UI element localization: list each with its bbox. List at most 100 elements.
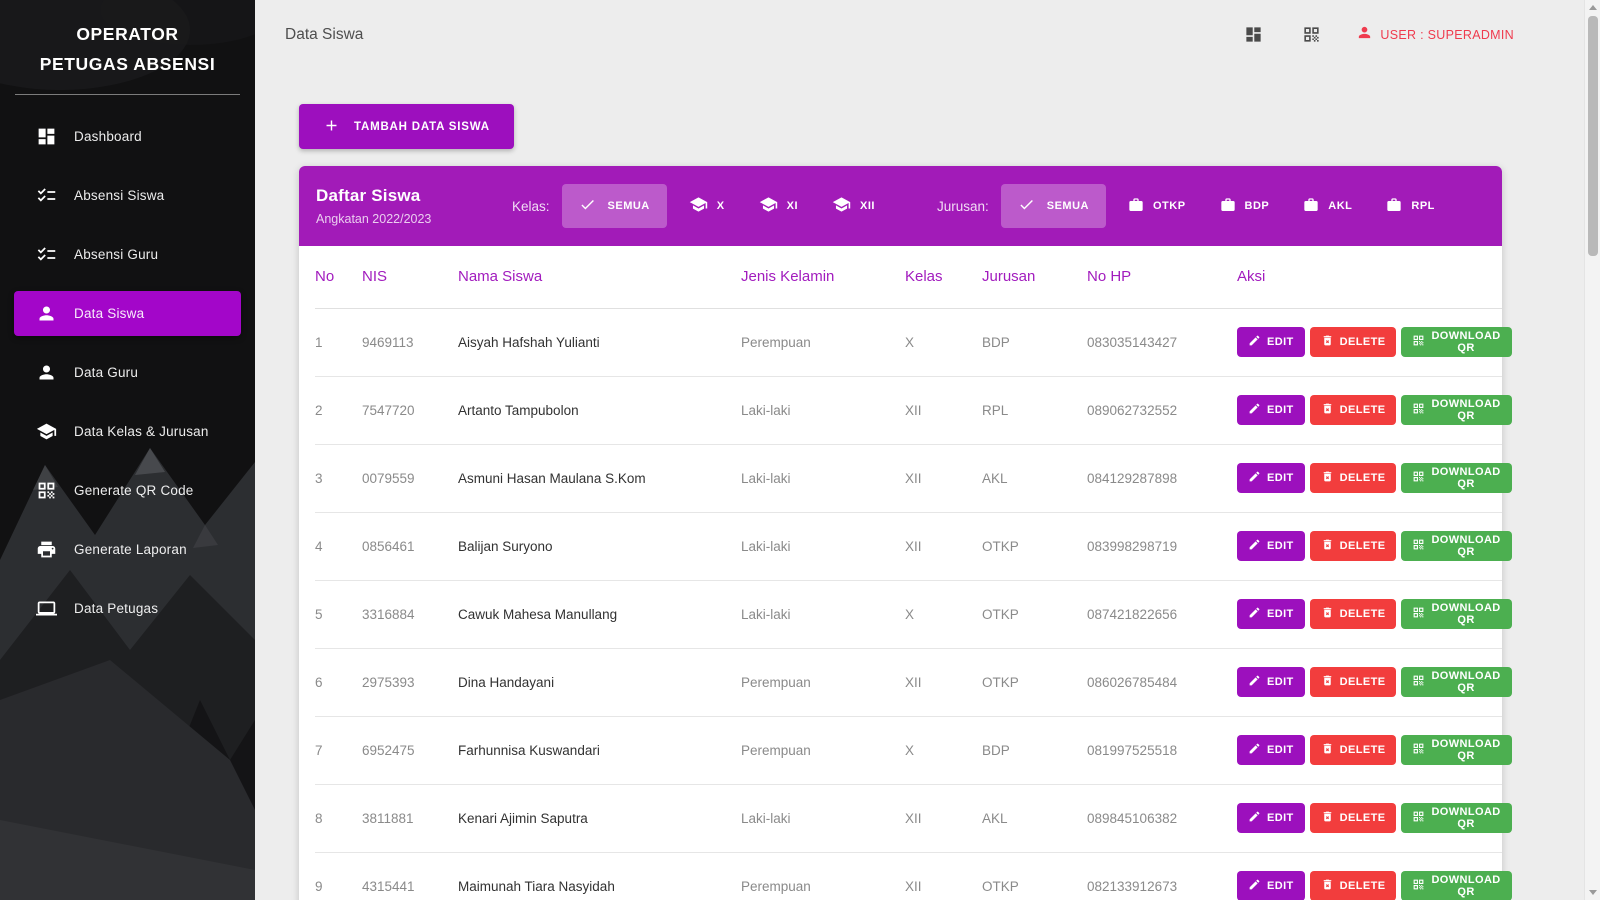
qr-code-icon (1412, 334, 1431, 350)
scroll-down-arrow-icon[interactable] (1589, 890, 1597, 895)
edit-button[interactable]: EDIT (1237, 667, 1305, 697)
cell-jenis-kelamin: Perempuan (741, 308, 905, 376)
cell-jenis-kelamin: Perempuan (741, 716, 905, 784)
kelas-filter-label: Kelas: (512, 199, 550, 214)
sidebar-item-data-siswa[interactable]: Data Siswa (14, 291, 241, 336)
delete-button-label: DELETE (1340, 676, 1386, 688)
jurusan-filter-akl[interactable]: AKL (1291, 184, 1364, 228)
sidebar-item-data-kelas-jurusan[interactable]: Data Kelas & Jurusan (14, 409, 241, 454)
dashboard-shortcut-button[interactable] (1244, 25, 1264, 45)
edit-button-label: EDIT (1267, 608, 1294, 620)
qr-code-icon (36, 480, 58, 502)
kelas-filter-xi[interactable]: XI (747, 184, 810, 228)
sidebar-item-generate-laporan[interactable]: Generate Laporan (14, 527, 241, 572)
delete-button[interactable]: DELETE (1310, 463, 1397, 493)
table-row: 9 4315441 Maimunah Tiara Nasyidah Peremp… (315, 852, 1502, 900)
trash-icon (1321, 538, 1340, 554)
edit-button[interactable]: EDIT (1237, 803, 1305, 833)
cell-nama: Asmuni Hasan Maulana S.Kom (458, 444, 741, 512)
download-qr-button-label: DOWNLOAD QR (1431, 670, 1500, 694)
delete-button[interactable]: DELETE (1310, 395, 1397, 425)
download-qr-button[interactable]: DOWNLOAD QR (1401, 327, 1511, 357)
download-qr-button[interactable]: DOWNLOAD QR (1401, 531, 1511, 561)
download-qr-button[interactable]: DOWNLOAD QR (1401, 735, 1511, 765)
jurusan-filter-label: Jurusan: (937, 199, 989, 214)
user-badge[interactable]: USER : SUPERADMIN (1356, 24, 1514, 46)
edit-button-label: EDIT (1267, 812, 1294, 824)
delete-button[interactable]: DELETE (1310, 803, 1397, 833)
jurusan-filter-rpl[interactable]: RPL (1374, 184, 1447, 228)
jurusan-filter-bdp[interactable]: BDP (1208, 184, 1282, 228)
cell-nis: 3811881 (362, 784, 458, 852)
download-qr-button[interactable]: DOWNLOAD QR (1401, 599, 1511, 629)
delete-button[interactable]: DELETE (1310, 327, 1397, 357)
edit-button[interactable]: EDIT (1237, 531, 1305, 561)
sidebar-item-absensi-guru[interactable]: Absensi Guru (14, 232, 241, 277)
cell-jurusan: OTKP (982, 648, 1087, 716)
sidebar-item-label: Data Guru (74, 365, 138, 380)
kelas-filter-xii[interactable]: XII (820, 184, 887, 228)
cell-kelas: XII (905, 512, 982, 580)
delete-button[interactable]: DELETE (1310, 667, 1397, 697)
edit-button-label: EDIT (1267, 404, 1294, 416)
delete-button[interactable]: DELETE (1310, 599, 1397, 629)
vertical-scrollbar[interactable] (1584, 0, 1600, 900)
laptop-icon (36, 598, 58, 620)
edit-button[interactable]: EDIT (1237, 871, 1305, 900)
cell-jurusan: BDP (982, 308, 1087, 376)
pencil-icon (1248, 538, 1267, 554)
sidebar-item-label: Generate Laporan (74, 542, 187, 557)
qr-code-icon (1412, 402, 1431, 418)
qr-code-icon (1412, 810, 1431, 826)
edit-button[interactable]: EDIT (1237, 395, 1305, 425)
scroll-up-arrow-icon[interactable] (1589, 5, 1597, 10)
kelas-filter-semua[interactable]: SEMUA (562, 184, 667, 228)
qr-code-icon (1412, 878, 1431, 894)
sidebar-item-absensi-siswa[interactable]: Absensi Siswa (14, 173, 241, 218)
delete-button[interactable]: DELETE (1310, 531, 1397, 561)
pencil-icon (1248, 674, 1267, 690)
kelas-option-label: XII (860, 200, 875, 212)
card-subtitle: Angkatan 2022/2023 (316, 212, 512, 226)
edit-button[interactable]: EDIT (1237, 735, 1305, 765)
edit-button[interactable]: EDIT (1237, 599, 1305, 629)
delete-button[interactable]: DELETE (1310, 735, 1397, 765)
sidebar-item-data-petugas[interactable]: Data Petugas (14, 586, 241, 631)
pencil-icon (1248, 402, 1267, 418)
cell-jurusan: OTKP (982, 512, 1087, 580)
tambah-data-siswa-button[interactable]: TAMBAH DATA SISWA (299, 104, 514, 149)
pencil-icon (1248, 810, 1267, 826)
kelas-filter-x[interactable]: X (677, 184, 737, 228)
download-qr-button[interactable]: DOWNLOAD QR (1401, 871, 1511, 900)
cell-jenis-kelamin: Laki-laki (741, 376, 905, 444)
download-qr-button[interactable]: DOWNLOAD QR (1401, 667, 1511, 697)
cell-jenis-kelamin: Laki-laki (741, 580, 905, 648)
sidebar-item-label: Absensi Guru (74, 247, 158, 262)
graduation-cap-icon (759, 195, 787, 217)
sidebar-item-dashboard[interactable]: Dashboard (14, 114, 241, 159)
download-qr-button[interactable]: DOWNLOAD QR (1401, 803, 1511, 833)
jurusan-filter-semua[interactable]: SEMUA (1001, 184, 1106, 228)
cell-jurusan: BDP (982, 716, 1087, 784)
download-qr-button[interactable]: DOWNLOAD QR (1401, 395, 1511, 425)
kelas-option-label: X (717, 200, 725, 212)
cell-kelas: XII (905, 648, 982, 716)
edit-button[interactable]: EDIT (1237, 463, 1305, 493)
sidebar-item-generate-qr-code[interactable]: Generate QR Code (14, 468, 241, 513)
edit-button-label: EDIT (1267, 472, 1294, 484)
delete-button-label: DELETE (1340, 404, 1386, 416)
dashboard-icon (1244, 31, 1263, 48)
delete-button[interactable]: DELETE (1310, 871, 1397, 900)
jurusan-filter-otkp[interactable]: OTKP (1116, 184, 1198, 228)
edit-button-label: EDIT (1267, 880, 1294, 892)
cell-nis: 6952475 (362, 716, 458, 784)
trash-icon (1321, 402, 1340, 418)
download-qr-button-label: DOWNLOAD QR (1431, 874, 1500, 898)
edit-button[interactable]: EDIT (1237, 327, 1305, 357)
qr-code-shortcut-button[interactable] (1302, 25, 1322, 45)
scrollbar-thumb[interactable] (1588, 16, 1598, 256)
cell-nama: Farhunnisa Kuswandari (458, 716, 741, 784)
download-qr-button[interactable]: DOWNLOAD QR (1401, 463, 1511, 493)
sidebar-item-data-guru[interactable]: Data Guru (14, 350, 241, 395)
briefcase-icon (1128, 197, 1153, 216)
